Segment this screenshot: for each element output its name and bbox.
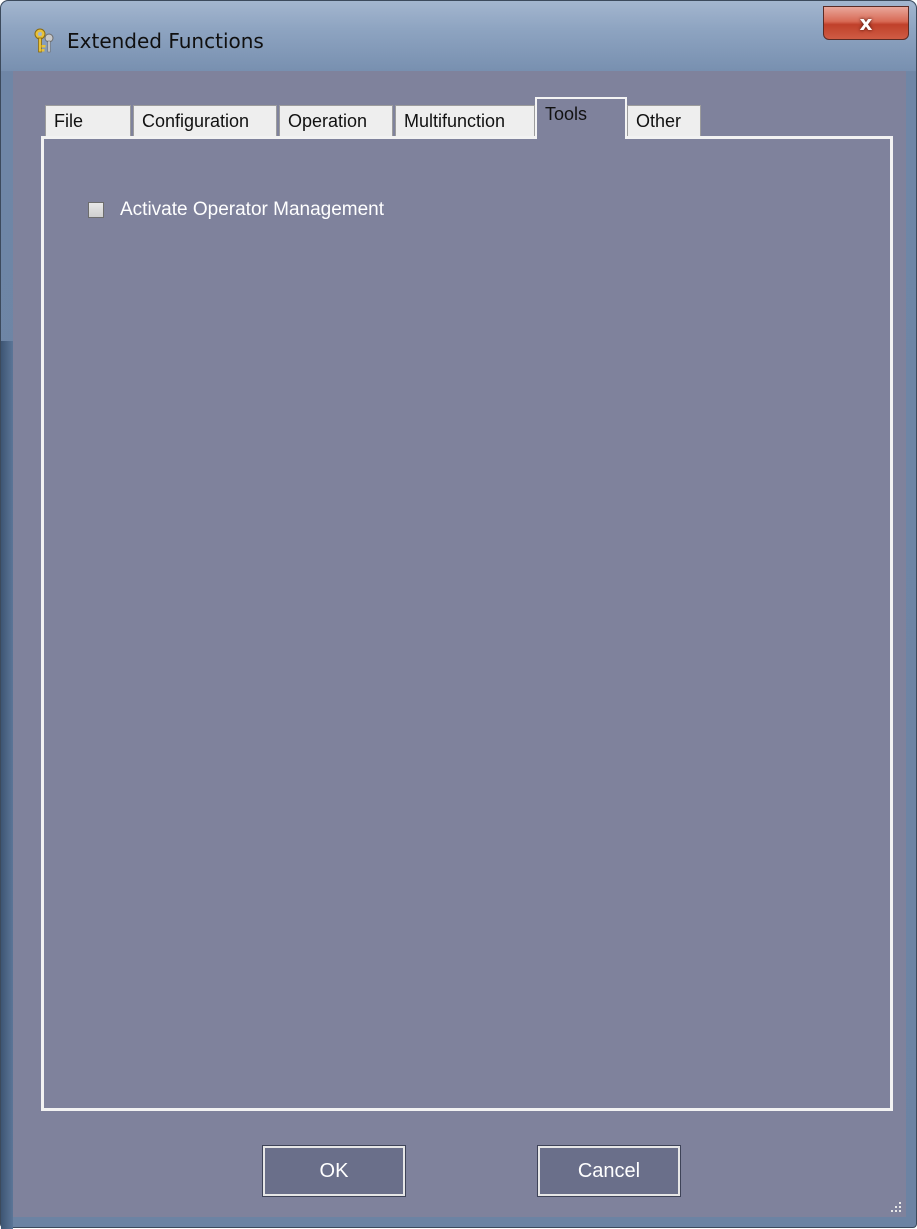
tab-file[interactable]: File	[45, 105, 131, 137]
tab-page-tools: Activate Operator Management	[41, 136, 893, 1111]
tab-operation[interactable]: Operation	[279, 105, 393, 137]
dialog-window: Extended Functions x File Configuration …	[0, 0, 917, 1229]
tab-multifunction[interactable]: Multifunction	[395, 105, 535, 137]
keys-icon	[31, 27, 57, 55]
tab-other[interactable]: Other	[627, 105, 701, 137]
close-button[interactable]: x	[823, 6, 909, 40]
operator-management-option[interactable]: Activate Operator Management	[88, 199, 384, 221]
window-frame-edge	[1, 341, 13, 1229]
close-icon: x	[859, 11, 873, 35]
tab-configuration[interactable]: Configuration	[133, 105, 277, 137]
window-title: Extended Functions	[67, 29, 264, 53]
ok-button[interactable]: OK	[262, 1145, 406, 1197]
resize-grip-icon[interactable]	[888, 1199, 902, 1213]
title-bar[interactable]: Extended Functions x	[1, 1, 916, 71]
tab-tools[interactable]: Tools	[535, 97, 627, 139]
operator-management-label[interactable]: Activate Operator Management	[120, 199, 384, 221]
operator-management-checkbox[interactable]	[88, 202, 104, 218]
cancel-button[interactable]: Cancel	[537, 1145, 681, 1197]
